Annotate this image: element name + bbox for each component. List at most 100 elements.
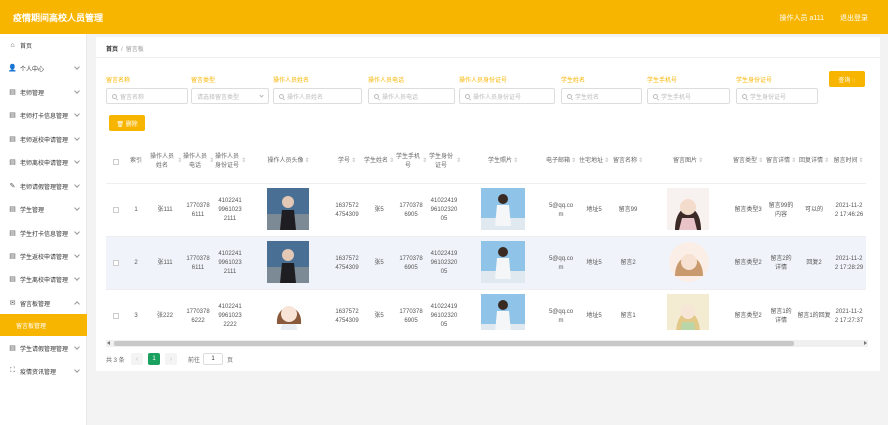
- operator-phone-input[interactable]: 操作人员电话: [368, 88, 455, 104]
- col-index[interactable]: 索引: [124, 140, 148, 184]
- message-type-select[interactable]: 请选择留言类型: [191, 88, 269, 104]
- cell-email: 5@qq.com: [548, 308, 574, 324]
- col-operator-phone[interactable]: 操作人员电话 ⇕: [182, 140, 214, 184]
- select-all-checkbox[interactable]: [113, 159, 119, 165]
- col-student-phone[interactable]: 学生手机号 ⇕: [395, 140, 427, 184]
- sidebar-item-label: 学生请假管理管理: [20, 346, 69, 353]
- horizontal-scrollbar[interactable]: [106, 340, 868, 347]
- col-message-image[interactable]: 留言图片 ⇕: [645, 140, 731, 184]
- chevron-down-icon: [74, 367, 80, 373]
- cell-student-id: 410224199610232005: [430, 304, 458, 328]
- cell-student-name: 张5: [374, 260, 384, 266]
- delete-button[interactable]: 🗑 删除: [109, 115, 145, 131]
- col-address[interactable]: 住宅地址 ⇕: [577, 140, 611, 184]
- col-operator-name[interactable]: 操作人员姓名 ⇕: [148, 140, 182, 184]
- row-checkbox[interactable]: [113, 207, 119, 213]
- sort-icon: ⇕: [304, 158, 310, 164]
- scroll-right-icon[interactable]: [864, 341, 867, 345]
- col-email[interactable]: 电子邮箱 ⇕: [545, 140, 577, 184]
- sidebar-item-teacher-absence[interactable]: ✎ 老师请假管理管理: [0, 175, 87, 197]
- cell-reply-detail: 留言1的回复: [797, 313, 831, 319]
- operator-id-input[interactable]: 操作人员身份证号: [459, 88, 555, 104]
- col-message-type[interactable]: 留言类型 ⇕: [731, 140, 765, 184]
- sidebar-item-label: 首页: [20, 43, 33, 50]
- filter-label-operator-name: 操作人员姓名: [273, 78, 310, 84]
- col-message-name[interactable]: 留言名称 ⇕: [611, 140, 645, 184]
- cell-message-name: 留言1: [620, 313, 636, 319]
- search-icon: [567, 93, 572, 99]
- cell-student-no: 16375724754309: [335, 308, 359, 324]
- logout-link[interactable]: 退出登录: [840, 13, 868, 23]
- row-checkbox[interactable]: [113, 313, 119, 319]
- sidebar-item-teacher[interactable]: ▤ 老师管理: [0, 81, 87, 103]
- next-page-button[interactable]: ›: [165, 353, 177, 365]
- sidebar-item-student[interactable]: ▤ 学生管理: [0, 198, 87, 220]
- page-button-1[interactable]: 1: [148, 353, 160, 365]
- breadcrumb-home[interactable]: 首页: [106, 47, 118, 53]
- cell-index: 3: [134, 313, 138, 319]
- chevron-down-icon: [74, 344, 80, 350]
- cell-operator-phone: 17703786111: [186, 255, 210, 271]
- prev-page-button[interactable]: ‹: [131, 353, 143, 365]
- sidebar-item-teacher-checkin[interactable]: ▤ 老师打卡信息管理: [0, 104, 87, 126]
- doc-icon: ▤: [9, 112, 16, 119]
- sidebar-item-home[interactable]: ⌂ 首页: [0, 34, 87, 56]
- sidebar-item-student-absence[interactable]: ▤ 学生请假管理管理: [0, 337, 87, 359]
- sidebar-item-student-return[interactable]: ▤ 学生返校申请管理: [0, 245, 87, 267]
- col-student-id[interactable]: 学生身份证号 ⇕: [427, 140, 461, 184]
- scroll-left-icon[interactable]: [107, 341, 110, 345]
- sidebar-item-label: 老师返校申请管理: [20, 137, 69, 144]
- col-message-detail[interactable]: 留言详情 ⇕: [765, 140, 797, 184]
- cell-student-no: 16375724754309: [335, 202, 359, 218]
- sidebar-item-teacher-return[interactable]: ▤ 老师返校申请管理: [0, 128, 87, 150]
- cell-student-phone: 17703786905: [399, 308, 423, 324]
- sidebar-item-label: 老师请假管理管理: [20, 184, 69, 191]
- operator-name-input[interactable]: 操作人员姓名: [273, 88, 362, 104]
- sidebar-item-label: 学生管理: [20, 207, 45, 214]
- col-operator-id[interactable]: 操作人员身份证号 ⇕: [214, 140, 246, 184]
- sidebar-item-epidemic-news[interactable]: ⛶ 疫情资讯管理: [0, 360, 87, 382]
- message-image: [667, 188, 709, 230]
- student-id-input[interactable]: 学生身份证号: [736, 88, 818, 104]
- user-icon: 👤: [8, 65, 17, 72]
- col-student-no[interactable]: 学号 ⇕: [331, 140, 363, 184]
- sidebar-item-message-board[interactable]: ✉ 留言板管理: [0, 292, 87, 314]
- sidebar-subitem-message-board[interactable]: 留言板管理: [0, 314, 87, 336]
- cell-message-name: 留言99: [618, 207, 638, 213]
- col-reply-detail[interactable]: 回复详情 ⇕: [797, 140, 831, 184]
- total-count: 共 3 条: [106, 358, 125, 364]
- row-checkbox[interactable]: [113, 260, 119, 266]
- search-icon: [742, 93, 747, 99]
- sidebar-item-profile[interactable]: 👤 个人中心: [0, 57, 87, 79]
- operator-avatar: [267, 241, 309, 283]
- student-name-input[interactable]: 学生姓名: [561, 88, 642, 104]
- sidebar-item-teacher-leave[interactable]: ▤ 老师离校申请管理: [0, 151, 87, 173]
- message-name-input[interactable]: 留言名称: [106, 88, 188, 104]
- sidebar-item-student-checkin[interactable]: ▤ 学生打卡信息管理: [0, 222, 87, 244]
- student-phone-input[interactable]: 学生手机号: [647, 88, 730, 104]
- operator-avatar: [267, 188, 309, 230]
- cell-student-phone: 17703786905: [399, 202, 423, 218]
- sort-icon: ⇕: [603, 158, 610, 164]
- sidebar-item-student-leave[interactable]: ▤ 学生离校申请管理: [0, 268, 87, 290]
- doc-icon: ▤: [9, 345, 16, 352]
- current-user: 操作人员 a111: [779, 15, 824, 22]
- input-placeholder: 操作人员电话: [382, 94, 419, 101]
- col-student-name[interactable]: 学生姓名 ⇕: [363, 140, 395, 184]
- search-icon: [653, 93, 658, 99]
- student-photo: [481, 188, 525, 230]
- col-operator-avatar[interactable]: 操作人员头像 ⇕: [246, 140, 331, 184]
- col-student-photo[interactable]: 学生照片 ⇕: [461, 140, 545, 184]
- scrollbar-thumb[interactable]: [114, 341, 794, 346]
- sidebar: ⌂ 首页 👤 个人中心 ▤ 老师管理 ▤ 老师打卡信息管理 ▤ 老师返校申请管理…: [0, 34, 87, 425]
- cell-message-detail: 留言99的内容: [768, 202, 794, 218]
- search-button[interactable]: 查询 ◌: [829, 71, 865, 87]
- input-placeholder: 操作人员姓名: [287, 94, 324, 101]
- sidebar-item-label: 老师管理: [20, 90, 45, 97]
- student-photo: [481, 294, 525, 330]
- col-message-time[interactable]: 留言时间 ⇕: [831, 140, 866, 184]
- cell-message-type: 留言类型2: [734, 260, 762, 266]
- sidebar-item-label: 留言板管理: [16, 323, 47, 330]
- cell-reply-detail: 回复2: [806, 260, 822, 266]
- goto-page-input[interactable]: 1: [203, 353, 223, 365]
